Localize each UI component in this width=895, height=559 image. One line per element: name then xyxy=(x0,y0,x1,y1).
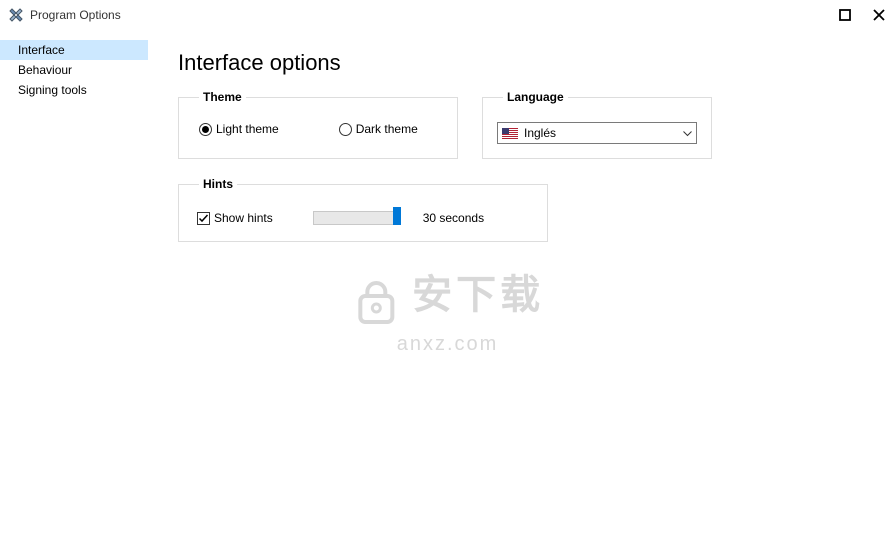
sidebar-item-label: Interface xyxy=(18,43,65,57)
radio-light-theme[interactable]: Light theme xyxy=(199,122,279,136)
sidebar: Interface Behaviour Signing tools xyxy=(0,30,148,559)
close-button[interactable] xyxy=(869,5,889,25)
us-flag-icon xyxy=(502,128,518,139)
checkbox-label: Show hints xyxy=(214,211,273,225)
chevron-down-icon xyxy=(683,126,692,140)
sidebar-item-label: Signing tools xyxy=(18,83,87,97)
app-icon xyxy=(8,7,24,23)
radio-label: Dark theme xyxy=(356,122,418,136)
sidebar-item-behaviour[interactable]: Behaviour xyxy=(0,60,148,80)
hints-duration-label: 30 seconds xyxy=(423,211,484,225)
theme-legend: Theme xyxy=(199,90,246,104)
hints-duration-slider[interactable] xyxy=(313,209,401,227)
slider-thumb[interactable] xyxy=(393,207,401,225)
titlebar: Program Options xyxy=(0,0,895,30)
page-title: Interface options xyxy=(178,50,865,76)
checkbox-show-hints[interactable]: Show hints xyxy=(197,211,273,225)
window-controls xyxy=(835,0,889,30)
maximize-button[interactable] xyxy=(835,5,855,25)
language-combobox[interactable]: Inglés xyxy=(497,122,697,144)
radio-dark-theme[interactable]: Dark theme xyxy=(339,122,418,136)
language-group: Language Inglés xyxy=(482,90,712,159)
language-legend: Language xyxy=(503,90,568,104)
row-theme-language: Theme Light theme Dark theme Language xyxy=(178,90,865,159)
radio-indicator xyxy=(339,123,352,136)
checkbox-indicator xyxy=(197,212,210,225)
window-title: Program Options xyxy=(30,8,121,22)
main-panel: Interface options Theme Light theme Dark… xyxy=(148,30,895,559)
theme-options: Light theme Dark theme xyxy=(193,122,443,136)
hints-row: Show hints 30 seconds xyxy=(193,209,533,227)
sidebar-item-interface[interactable]: Interface xyxy=(0,40,148,60)
content: Interface Behaviour Signing tools Interf… xyxy=(0,30,895,559)
radio-label: Light theme xyxy=(216,122,279,136)
theme-group: Theme Light theme Dark theme xyxy=(178,90,458,159)
slider-track xyxy=(313,211,401,225)
sidebar-item-signing-tools[interactable]: Signing tools xyxy=(0,80,148,100)
radio-indicator xyxy=(199,123,212,136)
language-selected: Inglés xyxy=(524,126,683,140)
hints-legend: Hints xyxy=(199,177,237,191)
hints-group: Hints Show hints 30 seconds xyxy=(178,177,548,242)
sidebar-item-label: Behaviour xyxy=(18,63,72,77)
